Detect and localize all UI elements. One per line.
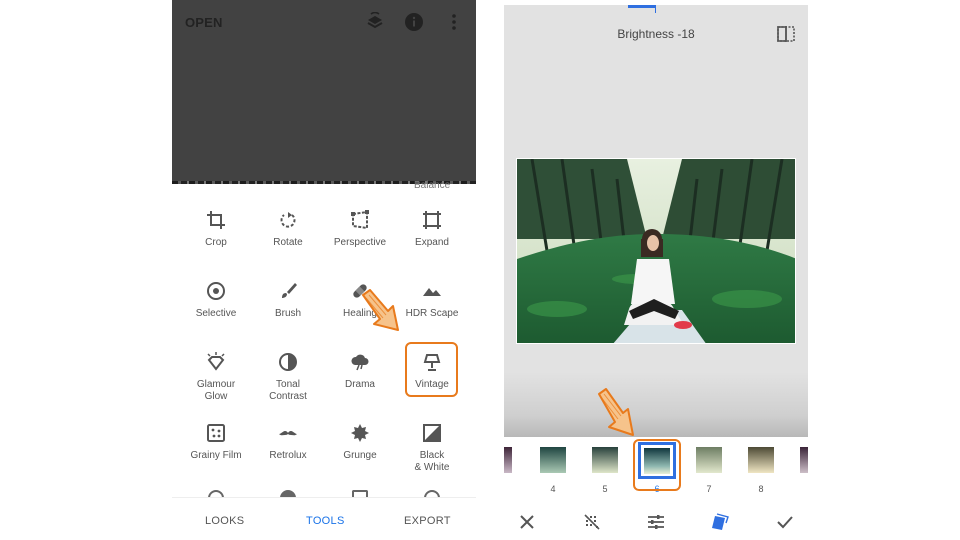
tool-rotate[interactable]: Rotate [252,210,324,249]
retrolux-icon [279,431,297,436]
more-options-icon[interactable] [444,12,464,32]
arrow-pointer-icon [598,388,634,436]
vintage-highlight-box [405,342,458,397]
tool-label: Brush [274,308,302,319]
tab-tools[interactable]: TOOLS [306,515,345,527]
info-icon[interactable] [404,12,424,32]
style-thumb-7[interactable] [696,447,722,473]
tool-expand[interactable]: Expand [396,210,468,249]
tool-label: Grunge [343,450,377,461]
tool-crop[interactable]: Crop [180,210,252,249]
style-number: 5 [602,484,608,494]
style-thumb[interactable] [504,447,512,473]
grainy-film-icon [207,424,225,442]
tool-label: Glamour Glow [196,379,236,402]
balance-partial-label: Balance [414,180,451,191]
style-highlight-box [633,439,681,491]
style-thumb[interactable] [800,447,808,473]
vintage-screen: Brightness -18 4 5 6 7 8 [504,5,808,540]
style-number: 7 [706,484,712,494]
hdr-scape-icon [423,288,441,296]
tool-glamour-glow[interactable]: Glamour Glow [180,352,252,402]
tool-label: Black & White [414,450,450,473]
tool-label: Rotate [273,237,303,248]
crop-icon [207,211,225,229]
tool-label: Tonal Contrast [269,379,307,402]
adjust-indicator-center [655,5,656,13]
tool-label: Grainy Film [190,450,242,461]
grunge-icon [351,424,369,442]
black-white-icon [423,424,441,442]
tool-perspective[interactable]: Perspective [324,210,396,249]
compare-icon[interactable] [777,26,795,42]
editing-canvas: Brightness -18 [504,5,808,437]
tool-drama[interactable]: Drama [324,352,396,391]
styles-icon[interactable] [711,513,729,531]
tab-export[interactable]: EXPORT [404,515,451,527]
adjust-indicator [628,5,656,8]
tool-label: Perspective [333,237,387,248]
expand-icon [423,211,441,229]
style-thumb-4[interactable] [540,447,566,473]
tool-label: Expand [415,237,449,248]
tab-looks[interactable]: LOOKS [205,515,244,527]
tool-hdr-scape[interactable]: HDR Scape [396,281,468,320]
adjust-sliders-icon[interactable] [647,513,665,531]
rotate-icon [280,212,296,228]
tool-label: HDR Scape [405,308,459,319]
tool-tonal-contrast[interactable]: Tonal Contrast [252,352,324,402]
style-number: 8 [758,484,764,494]
selective-icon [207,282,225,300]
edited-photo [516,158,796,344]
tool-label: Retrolux [269,450,307,461]
tools-screen: OPEN Balance Crop Rotate Perspective Exp… [172,0,476,540]
image-preview-area: OPEN [172,0,476,184]
tool-selective[interactable]: Selective [180,281,252,320]
drama-icon [351,354,369,371]
selective-mask-icon[interactable] [583,513,601,531]
style-thumb-5[interactable] [592,447,618,473]
tonal-contrast-icon [279,353,297,371]
bottom-action-bar [504,505,808,540]
cancel-icon[interactable] [518,513,536,531]
tool-black-white[interactable]: Black & White [396,423,468,473]
apply-check-icon[interactable] [776,513,794,531]
perspective-icon [351,210,369,230]
tool-retrolux[interactable]: Retrolux [252,423,324,462]
style-number: 4 [550,484,556,494]
adjustment-label: Brightness -18 [617,27,695,41]
tool-label: Selective [195,308,237,319]
tool-brush[interactable]: Brush [252,281,324,320]
glamour-glow-icon [207,352,225,371]
brush-icon [282,283,297,298]
style-thumb-8[interactable] [748,447,774,473]
tool-label: Drama [344,379,375,390]
open-button[interactable]: OPEN [185,15,223,30]
bottom-tabs: LOOKS TOOLS EXPORT [172,497,476,540]
layers-history-icon[interactable] [365,12,385,32]
tool-grunge[interactable]: Grunge [324,423,396,462]
arrow-pointer-icon [362,289,399,331]
tool-grainy-film[interactable]: Grainy Film [180,423,252,462]
style-strip: 4 5 6 7 8 [504,437,808,505]
tool-label: Crop [205,237,227,248]
